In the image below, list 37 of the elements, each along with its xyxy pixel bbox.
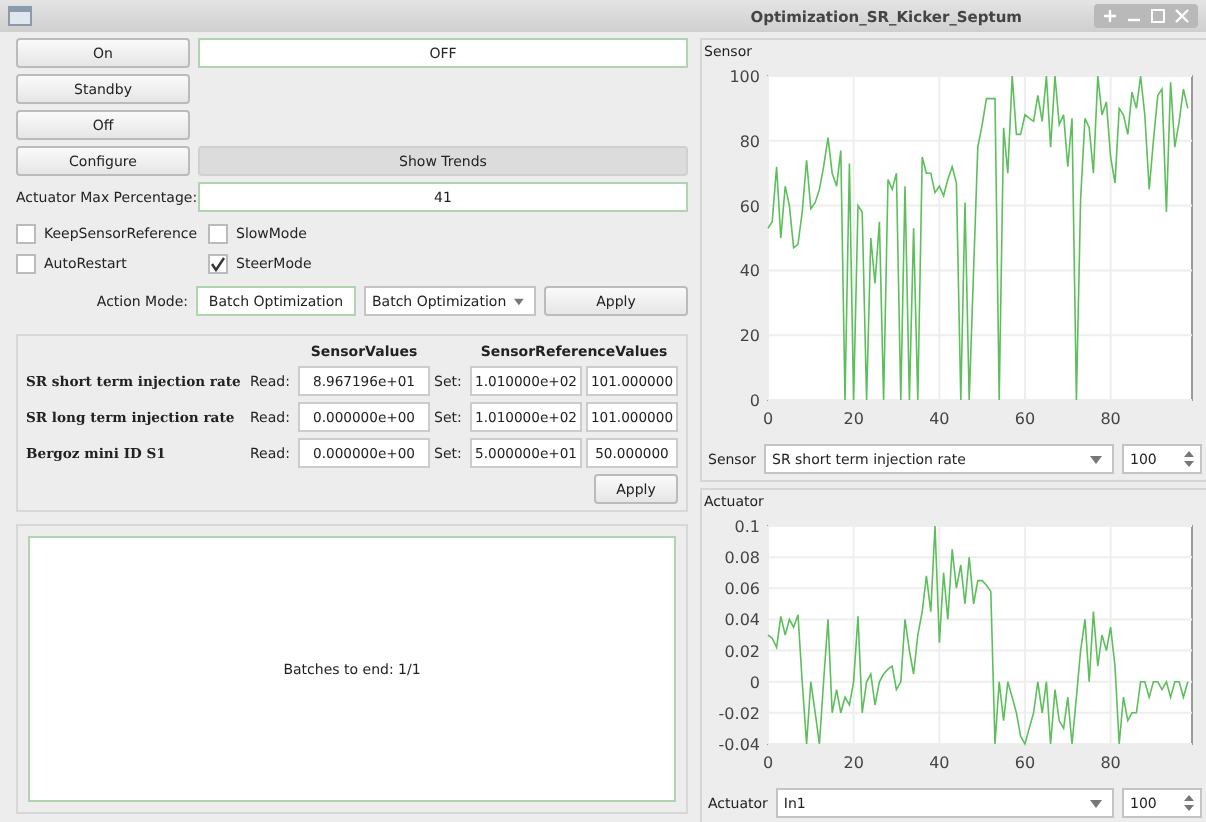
y-tick-label: -0.04 [718, 736, 760, 754]
caret-icon [514, 297, 524, 305]
y-tick-label: 0 [749, 673, 760, 692]
x-tick-label: 60 [1014, 410, 1036, 428]
y-tick-label: 0.02 [724, 642, 760, 661]
x-tick-label: 20 [843, 754, 864, 772]
x-tick-label: 0 [762, 410, 774, 428]
y-tick-label: 20 [739, 327, 760, 346]
maximize-icon[interactable] [1150, 8, 1166, 24]
spin-arrows-icon[interactable] [1184, 450, 1194, 468]
x-tick-label: 20 [843, 410, 864, 428]
spin-arrows-icon[interactable] [1184, 794, 1194, 812]
y-tick-label: 80 [739, 132, 760, 151]
x-tick-label: 40 [929, 410, 950, 428]
x-tick-label: 80 [1100, 410, 1121, 428]
y-tick-label: -0.02 [718, 704, 760, 723]
caret-icon [1090, 799, 1102, 807]
x-tick-label: 80 [1100, 754, 1121, 772]
y-tick-label: 0.1 [734, 518, 760, 536]
checkbox[interactable] [208, 254, 228, 274]
x-tick-label: 40 [929, 754, 950, 772]
checkbox[interactable] [16, 254, 36, 274]
y-tick-label: 100 [729, 68, 760, 86]
window-icon [8, 6, 32, 26]
caret-icon [1090, 455, 1102, 463]
x-tick-label: 60 [1014, 754, 1036, 772]
checkbox[interactable] [208, 224, 228, 244]
y-tick-label: 0 [749, 392, 760, 410]
pin-icon[interactable] [1102, 8, 1118, 24]
y-tick-label: 0.06 [724, 580, 760, 599]
y-tick-label: 40 [739, 262, 760, 281]
y-tick-label: 0.04 [724, 611, 760, 630]
y-tick-label: 60 [739, 197, 760, 216]
checkbox[interactable] [16, 224, 36, 244]
close-icon[interactable] [1174, 8, 1190, 24]
x-tick-label: 0 [762, 754, 774, 772]
y-tick-label: 0.08 [724, 549, 760, 568]
